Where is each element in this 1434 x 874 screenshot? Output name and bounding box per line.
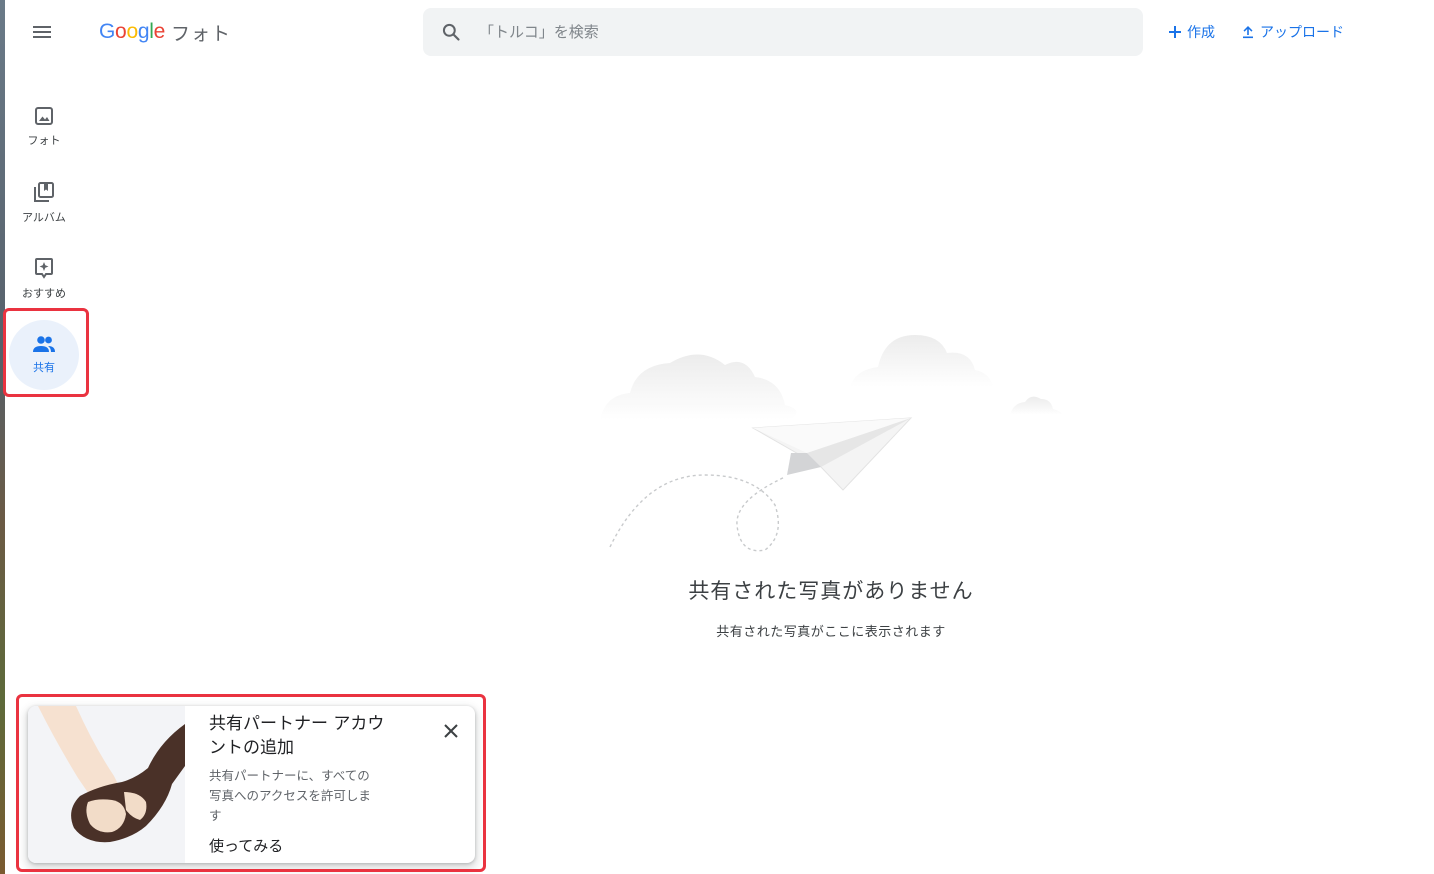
upload-button[interactable]: アップロード <box>1240 20 1344 44</box>
create-button[interactable]: 作成 <box>1167 20 1215 44</box>
search-button[interactable] <box>423 8 479 56</box>
search-input[interactable] <box>479 23 1099 41</box>
highlight-box-sharing <box>3 308 89 397</box>
main-menu-button[interactable] <box>22 12 62 52</box>
plus-icon <box>1169 26 1181 38</box>
sidebar-item-photos[interactable]: フォト <box>9 92 79 162</box>
suggestions-icon <box>35 258 53 279</box>
desktop-background-strip <box>0 0 5 874</box>
sidebar-item-suggestions[interactable]: おすすめ <box>9 244 79 314</box>
photo-icon <box>35 107 53 125</box>
album-icon <box>34 182 54 202</box>
paper-plane-clouds-illustration <box>600 335 1063 552</box>
search-bar[interactable] <box>423 8 1143 56</box>
upload-icon <box>1243 26 1253 39</box>
search-icon <box>442 23 460 41</box>
empty-state-title: 共有された写真がありません <box>688 579 974 603</box>
product-name: フォト <box>170 22 231 45</box>
create-label: 作成 <box>1187 25 1215 41</box>
sidebar-item-label: アルバム <box>22 211 66 224</box>
google-photos-logo[interactable]: Google フォト <box>99 16 231 48</box>
sidebar-item-label: フォト <box>27 134 61 147</box>
highlight-box-partner-card <box>16 694 486 872</box>
upload-label: アップロード <box>1260 25 1344 41</box>
sidebar-item-label: おすすめ <box>22 287 66 300</box>
google-wordmark: Google <box>99 20 165 43</box>
empty-state-subtitle: 共有された写真がここに表示されます <box>716 625 946 640</box>
hamburger-menu-icon <box>33 26 51 38</box>
sidebar-item-albums[interactable]: アルバム <box>9 168 79 238</box>
